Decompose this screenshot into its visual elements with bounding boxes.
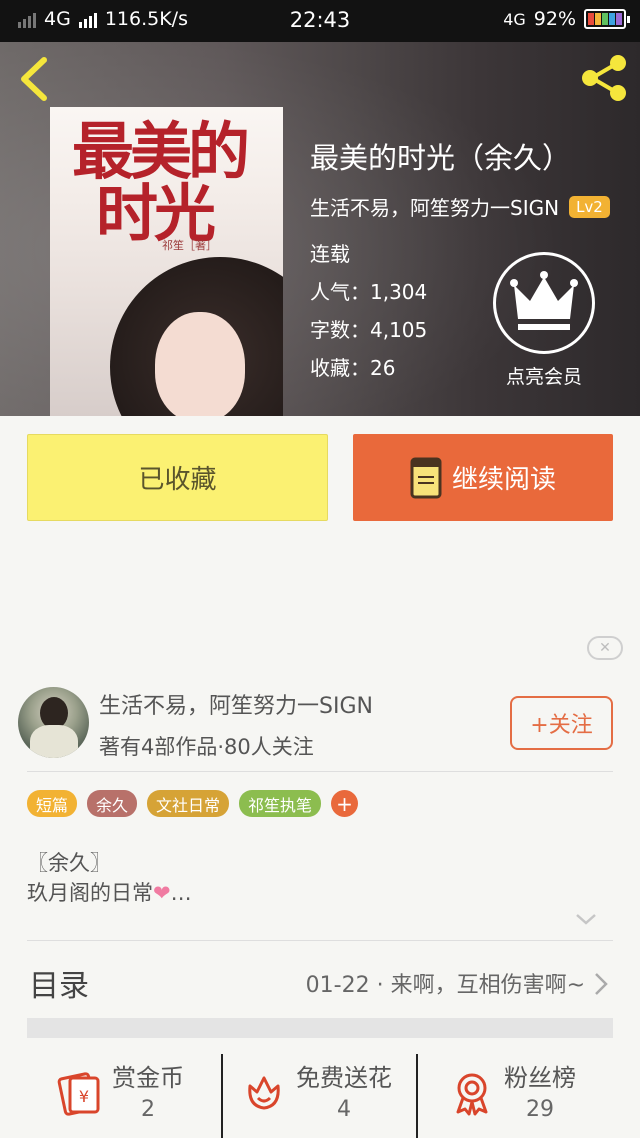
flower-icon: [240, 1068, 288, 1116]
continue-reading-button[interactable]: 继续阅读: [353, 434, 613, 521]
network-type-right: 4G: [503, 9, 526, 29]
chevron-right-icon: [593, 971, 609, 997]
tag-author-pen[interactable]: 祁笙执笔: [239, 790, 322, 817]
crown-icon: [493, 252, 595, 354]
reward-coins-button[interactable]: ¥ 赏金币 2: [56, 1058, 184, 1122]
author-avatar[interactable]: [18, 687, 89, 758]
vip-button[interactable]: 点亮会员: [492, 252, 596, 389]
book-title: 最美的时光（余久）: [310, 141, 572, 175]
divider: [416, 1054, 418, 1138]
battery-percent: 92%: [533, 8, 576, 30]
book-cover[interactable]: 最美的 时光 祁笙［著］: [50, 107, 283, 416]
toc-label: 目录: [29, 969, 89, 1004]
coin-envelope-icon: ¥: [56, 1068, 104, 1116]
tag-yujiu[interactable]: 余久: [87, 790, 138, 817]
fan-ranking-button[interactable]: 粉丝榜 29: [448, 1058, 576, 1122]
follow-button[interactable]: +关注: [510, 696, 613, 750]
medal-icon: [448, 1068, 496, 1116]
latest-chapter: 01-22 · 来啊，互相伤害啊~: [305, 973, 585, 998]
book-description: 〖余久〗 玖月阁的日常❤…: [27, 851, 192, 905]
divider: [27, 940, 613, 941]
back-icon[interactable]: [14, 54, 54, 104]
author-stats: 著有4部作品·80人关注: [99, 735, 314, 759]
divider: [221, 1054, 223, 1138]
level-badge: Lv2: [569, 195, 610, 218]
share-icon[interactable]: [578, 52, 630, 104]
chevron-down-icon[interactable]: [574, 910, 598, 928]
close-icon[interactable]: ✕: [587, 636, 623, 660]
send-flower-button[interactable]: 免费送花 4: [240, 1058, 392, 1122]
add-tag-icon[interactable]: +: [331, 790, 359, 817]
section-separator: [27, 1018, 613, 1038]
tag-list: 短篇 余久 文社日常 祁笙执笔 +: [27, 790, 359, 817]
heart-icon: ❤: [153, 881, 171, 905]
tag-daily[interactable]: 文社日常: [147, 790, 230, 817]
cover-title: 最美的 时光: [72, 115, 250, 250]
bottom-stats-bar: ¥ 赏金币 2 免费送花 4 粉丝榜 29: [0, 1040, 640, 1138]
favorited-button[interactable]: 已收藏: [27, 434, 328, 521]
vip-label: 点亮会员: [505, 366, 582, 388]
battery-icon: [584, 9, 630, 29]
author-name[interactable]: 生活不易，阿笙努力一SIGN: [99, 688, 373, 720]
status-bar: 4G 116.5K/s 22:43 4G 92%: [0, 0, 640, 42]
book-author[interactable]: 生活不易，阿笙努力一SIGN: [310, 192, 559, 221]
table-of-contents-row[interactable]: 目录 01-22 · 来啊，互相伤害啊~: [27, 953, 613, 1013]
cover-author: 祁笙［著］: [162, 239, 217, 252]
book-icon: [410, 457, 442, 499]
divider: [27, 771, 613, 772]
tag-short[interactable]: 短篇: [27, 790, 78, 817]
svg-text:¥: ¥: [79, 1087, 89, 1106]
